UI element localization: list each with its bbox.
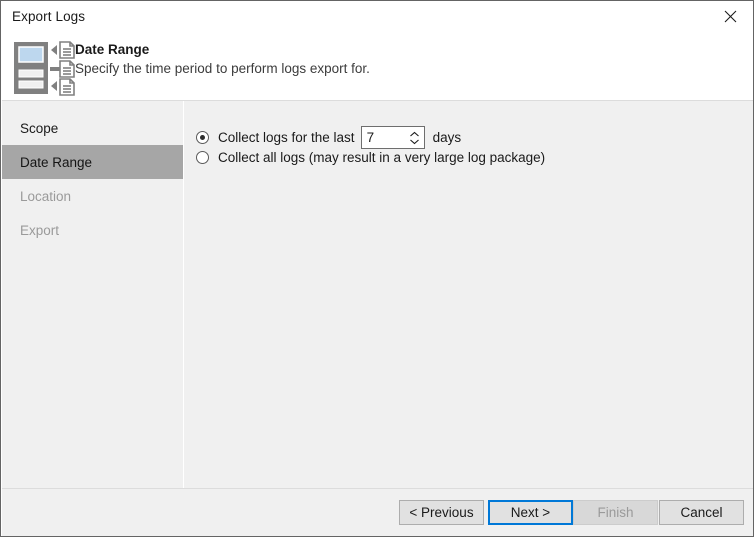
sidebar-item-scope[interactable]: Scope [2, 111, 183, 145]
dialog-header: Date Range Specify the time period to pe… [2, 32, 753, 101]
option-label-before: Collect logs for the last [218, 130, 355, 145]
radio-collect-all-logs[interactable] [196, 151, 209, 164]
chevron-down-icon[interactable] [409, 138, 420, 145]
title-bar: Export Logs [1, 1, 753, 32]
page-description: Specify the time period to perform logs … [75, 61, 370, 76]
window-title: Export Logs [12, 9, 86, 24]
sidebar-item-label: Scope [20, 120, 59, 136]
days-stepper[interactable]: 7 [360, 126, 425, 149]
option-label-after: days [432, 130, 462, 145]
sidebar-item-date-range[interactable]: Date Range [2, 145, 183, 179]
days-stepper-arrows[interactable] [406, 127, 424, 148]
sidebar-item-location: Location [2, 179, 183, 213]
option-collect-last-days[interactable]: Collect logs for the last 7 days [196, 126, 461, 149]
export-logs-icon [13, 40, 79, 96]
days-input-value[interactable]: 7 [362, 127, 406, 148]
close-button[interactable] [708, 1, 753, 31]
next-button[interactable]: Next > [488, 500, 573, 525]
wizard-steps-sidebar: Scope Date Range Location Export [2, 101, 184, 488]
chevron-up-icon[interactable] [409, 131, 420, 138]
finish-button: Finish [573, 500, 658, 525]
main-panel: Collect logs for the last 7 days Collect… [185, 101, 753, 488]
previous-button[interactable]: < Previous [399, 500, 484, 525]
option-label: Collect all logs (may result in a very l… [218, 150, 546, 165]
sidebar-item-export: Export [2, 213, 183, 247]
close-icon [724, 10, 737, 22]
export-logs-dialog: Export Logs Date Range Specify the time … [0, 0, 754, 537]
sidebar-item-label: Location [20, 188, 72, 204]
option-collect-all-logs[interactable]: Collect all logs (may result in a very l… [196, 150, 545, 165]
dialog-body: Scope Date Range Location Export Collect… [2, 101, 753, 488]
sidebar-item-label: Date Range [20, 154, 93, 170]
page-title: Date Range [75, 42, 150, 57]
dialog-footer: < Previous Next > Finish Cancel [2, 488, 753, 536]
radio-collect-last-days[interactable] [196, 131, 209, 144]
sidebar-item-label: Export [20, 222, 60, 238]
cancel-button[interactable]: Cancel [659, 500, 744, 525]
